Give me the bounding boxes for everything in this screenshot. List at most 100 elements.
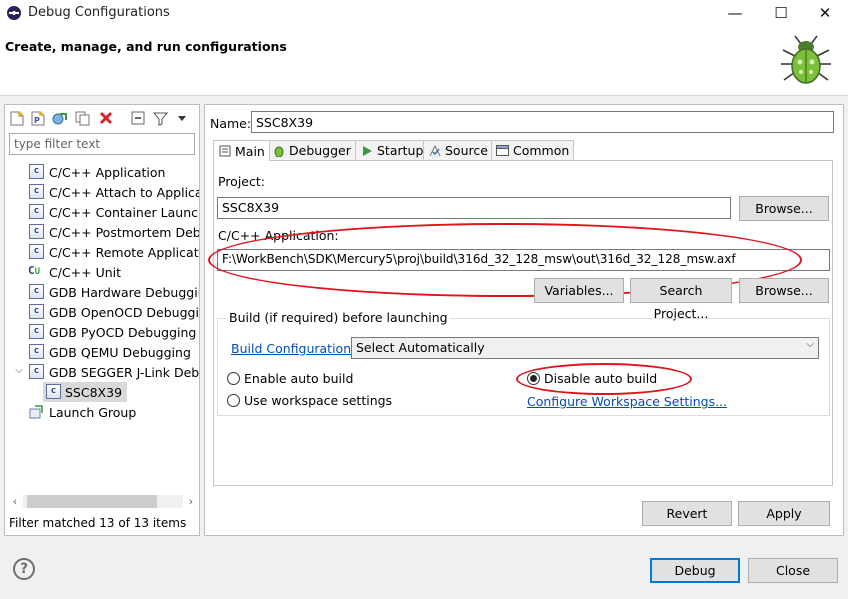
radio-label: Enable auto build — [244, 371, 354, 386]
new-config-icon[interactable] — [8, 109, 26, 127]
scroll-right-icon[interactable]: › — [185, 494, 197, 509]
tab-label: Debugger — [289, 143, 351, 158]
configure-workspace-settings-link[interactable]: Configure Workspace Settings... — [527, 394, 727, 409]
build-configuration-link[interactable]: Build Configuration: — [231, 341, 355, 356]
close-window-button[interactable]: ✕ — [802, 0, 848, 28]
project-label: Project: — [218, 174, 265, 189]
duplicate-icon[interactable] — [73, 109, 91, 127]
app-label: C/C++ Application: — [218, 228, 339, 243]
build-group: Build (if required) before launching Bui… — [217, 310, 830, 416]
scroll-thumb[interactable] — [27, 495, 157, 508]
c-icon: c — [46, 384, 61, 399]
tab-common[interactable]: Common — [491, 140, 575, 160]
tree-item-gdb-openocd[interactable]: c GDB OpenOCD Debuggi — [5, 302, 199, 322]
tab-main[interactable]: Main — [213, 140, 270, 161]
tab-source[interactable]: Source — [423, 140, 493, 160]
tree-item-cpp-unit[interactable]: CU C/C++ Unit — [5, 262, 199, 282]
scroll-left-icon[interactable]: ‹ — [9, 494, 21, 509]
tree-item-label: C/C++ Container Launche — [49, 205, 199, 220]
main-tab-icon — [218, 145, 231, 158]
name-input[interactable] — [251, 111, 834, 133]
revert-button[interactable]: Revert — [642, 501, 732, 526]
export-icon[interactable] — [51, 109, 69, 127]
tree-item-cpp-remote[interactable]: c C/C++ Remote Applicatio — [5, 242, 199, 262]
build-configuration-select[interactable]: Select Automatically ⌵ — [351, 337, 819, 359]
browse-project-button[interactable]: Browse... — [739, 196, 829, 221]
radio-circle — [227, 372, 240, 385]
tree-item-label: GDB SEGGER J-Link Debu — [49, 365, 199, 380]
tree-item-label: SSC8X39 — [65, 385, 123, 400]
tab-startup[interactable]: Startup — [355, 140, 429, 160]
c-icon: c — [29, 224, 44, 239]
window-title: Debug Configurations — [28, 5, 170, 20]
launch-group-icon — [29, 405, 43, 419]
debugger-icon — [272, 144, 285, 157]
enable-auto-build-radio[interactable]: Enable auto build — [227, 371, 353, 386]
radio-circle — [227, 394, 240, 407]
chevron-down-icon: ⌵ — [806, 339, 814, 350]
tree-item-cpp-attach[interactable]: c C/C++ Attach to Applicat — [5, 182, 199, 202]
c-icon: c — [29, 164, 44, 179]
tab-label: Main — [235, 143, 265, 159]
tree-item-label: GDB PyOCD Debugging — [49, 325, 197, 340]
tab-label: Source — [445, 143, 488, 158]
tree-item-label: C/C++ Application — [49, 165, 166, 180]
tree-item-launch-group[interactable]: Launch Group — [5, 402, 199, 422]
delete-icon[interactable] — [97, 109, 115, 127]
c-icon: c — [29, 244, 44, 259]
variables-button[interactable]: Variables... — [534, 278, 624, 303]
tab-label: Startup — [377, 143, 424, 158]
tree-item-label: GDB Hardware Debuggir — [49, 285, 199, 300]
disable-auto-build-radio[interactable]: Disable auto build — [527, 371, 657, 386]
tree-item-gdb-qemu[interactable]: c GDB QEMU Debugging — [5, 342, 199, 362]
source-icon — [428, 144, 441, 157]
debug-button[interactable]: Debug — [650, 558, 740, 583]
startup-icon — [360, 144, 373, 157]
use-workspace-settings-radio[interactable]: Use workspace settings — [227, 393, 392, 408]
tab-debugger[interactable]: Debugger — [267, 140, 356, 160]
browse-app-button[interactable]: Browse... — [739, 278, 829, 303]
name-label: Name: — [210, 116, 252, 131]
eclipse-app-icon — [7, 6, 21, 20]
tree-item-gdb-hardware[interactable]: c GDB Hardware Debuggir — [5, 282, 199, 302]
dialog-heading: Create, manage, and run configurations — [5, 39, 287, 54]
view-menu-icon[interactable] — [173, 109, 191, 127]
close-button[interactable]: Close — [748, 558, 838, 583]
title-bar: Debug Configurations — ☐ ✕ — [0, 0, 848, 28]
radio-circle-selected — [527, 372, 540, 385]
tree-item-label: C/C++ Attach to Applicat — [49, 185, 199, 200]
tree-item-ssc8x39[interactable]: c SSC8X39 — [5, 382, 199, 402]
configuration-editor-pane: Name: Main Debugger Startup Source Commo… — [204, 104, 844, 536]
tree-item-label: Launch Group — [49, 405, 137, 420]
filter-icon[interactable] — [151, 109, 169, 127]
tree-item-gdb-pyocd[interactable]: c GDB PyOCD Debugging — [5, 322, 199, 342]
search-project-button[interactable]: Search Project... — [630, 278, 732, 321]
tree-item-cpp-container[interactable]: c C/C++ Container Launche — [5, 202, 199, 222]
tree-horizontal-scrollbar[interactable]: ‹ › — [9, 493, 197, 510]
apply-button[interactable]: Apply — [738, 501, 830, 526]
tree-item-gdb-segger-jlink[interactable]: ⌵ c GDB SEGGER J-Link Debu — [5, 362, 199, 382]
tab-label: Common — [513, 143, 570, 158]
common-icon — [496, 144, 509, 157]
project-input[interactable]: SSC8X39 — [217, 197, 731, 219]
application-path-input[interactable]: F:\WorkBench\SDK\Mercury5\proj\build\316… — [217, 249, 830, 271]
cunit-icon: CU — [28, 264, 41, 277]
new-prototype-icon[interactable]: P — [29, 109, 47, 127]
maximize-button[interactable]: ☐ — [758, 0, 804, 28]
filter-input[interactable] — [9, 133, 195, 155]
c-icon: c — [29, 344, 44, 359]
help-icon[interactable]: ? — [13, 558, 35, 580]
svg-text:P: P — [34, 116, 40, 125]
c-icon: c — [29, 304, 44, 319]
tree-item-label: C/C++ Postmortem Debu — [49, 225, 199, 240]
bug-icon — [781, 35, 831, 84]
c-icon: c — [29, 324, 44, 339]
select-value: Select Automatically — [356, 340, 485, 355]
tree-item-cpp-application[interactable]: c C/C++ Application — [5, 162, 199, 182]
chevron-down-icon[interactable]: ⌵ — [13, 365, 25, 377]
filter-status-text: Filter matched 13 of 13 items — [9, 516, 187, 530]
tree-item-cpp-postmortem[interactable]: c C/C++ Postmortem Debu — [5, 222, 199, 242]
minimize-button[interactable]: — — [712, 0, 758, 28]
dialog-header: Create, manage, and run configurations — [0, 28, 848, 96]
collapse-all-icon[interactable] — [129, 109, 147, 127]
